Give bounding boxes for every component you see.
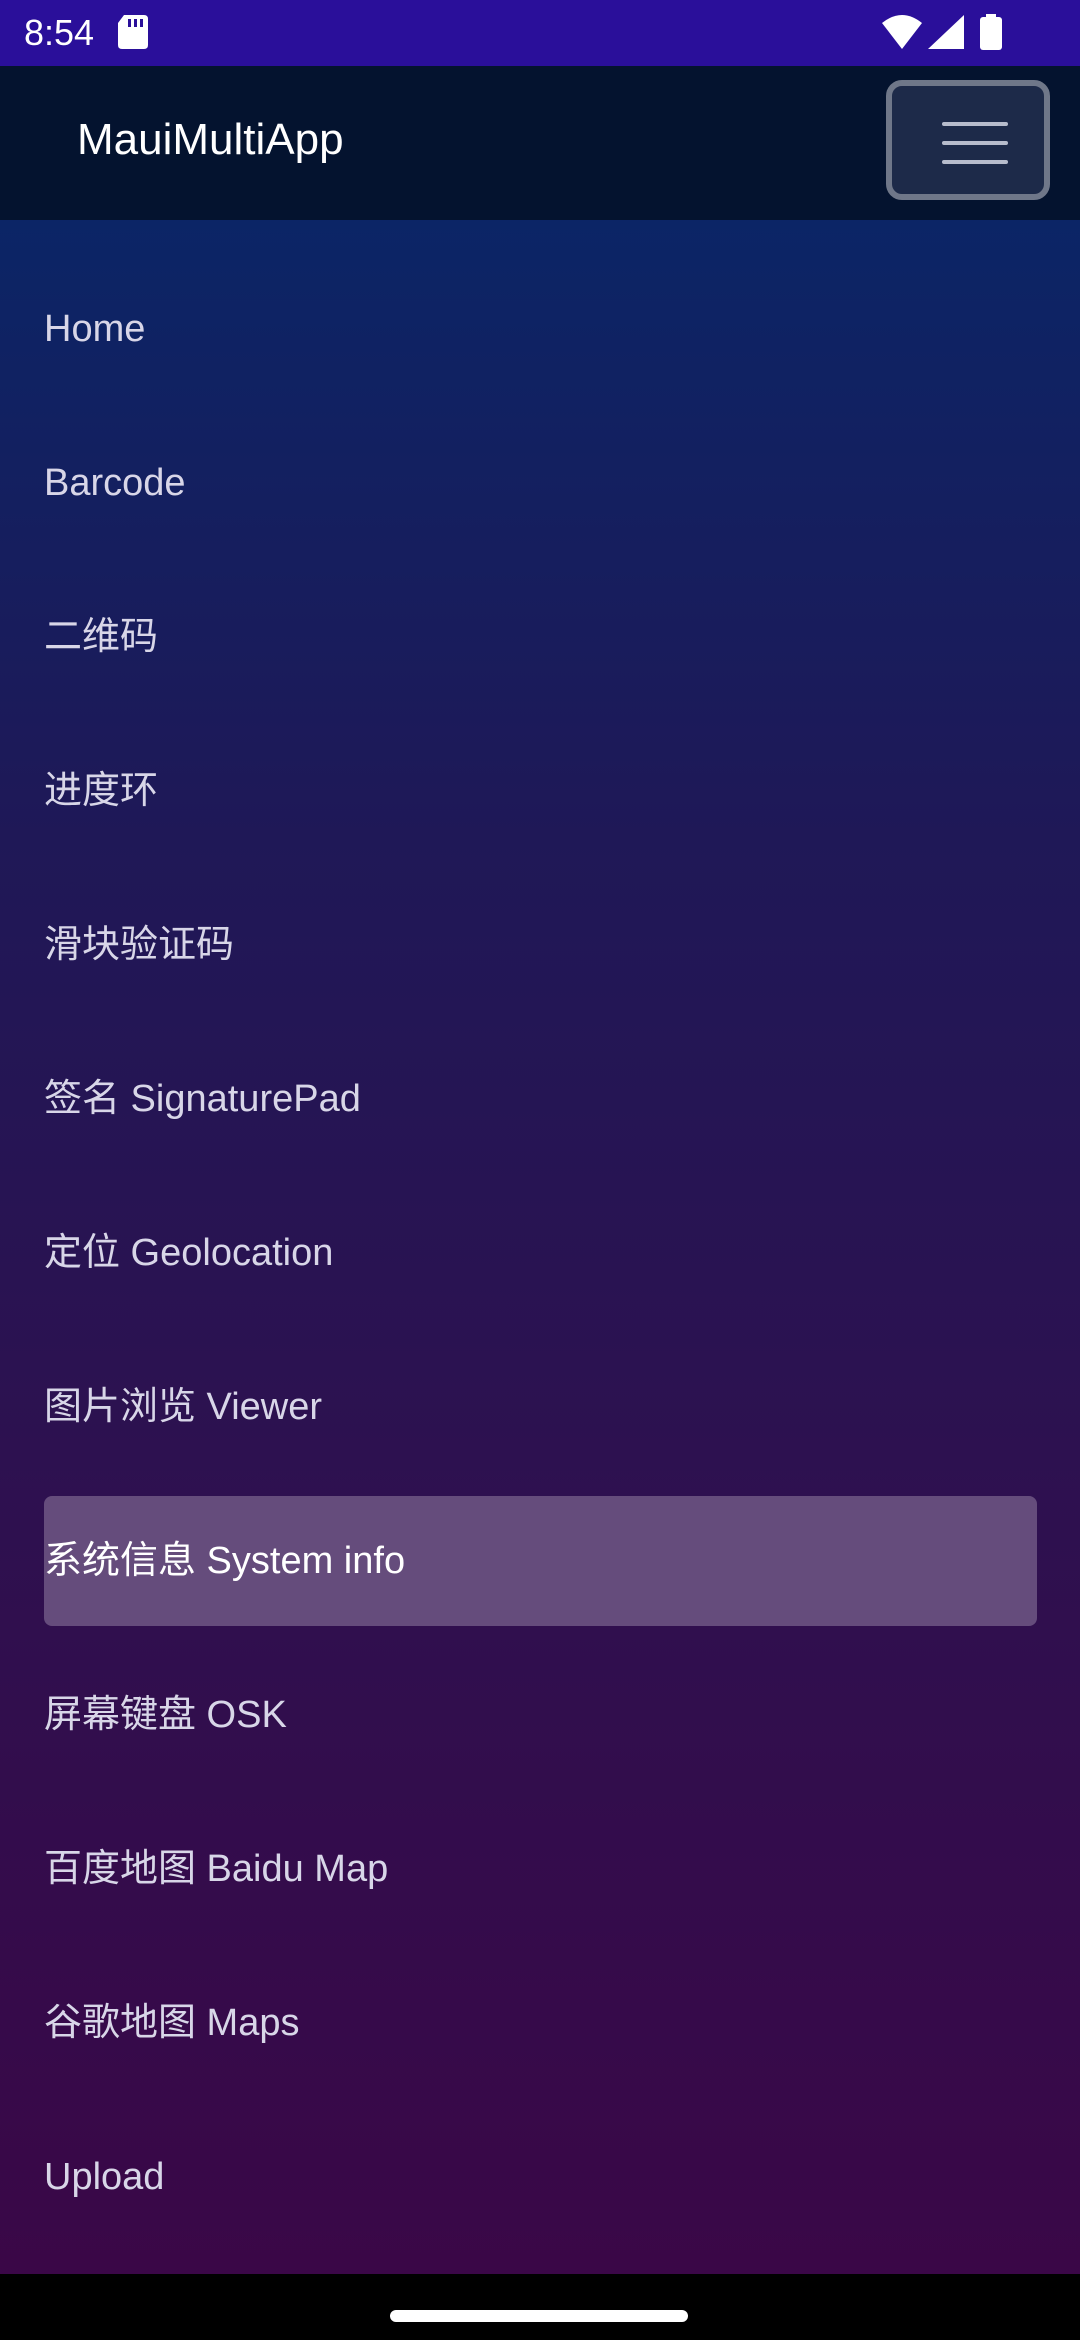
nav-item-progress-ring[interactable]: 进度环 — [44, 726, 1037, 856]
status-time: 8:54 — [24, 12, 95, 53]
battery-icon — [980, 14, 1002, 50]
nav-item-image-viewer[interactable]: 图片浏览 Viewer — [44, 1342, 1037, 1472]
wifi-icon — [882, 15, 922, 49]
app-title: MauiMultiApp — [77, 115, 344, 164]
hamburger-menu-icon-line — [942, 141, 1008, 145]
sd-card-icon — [118, 15, 148, 49]
menu-toggle-button[interactable] — [886, 80, 1050, 200]
nav-item-signature-pad[interactable]: 签名 SignaturePad — [44, 1034, 1037, 1164]
nav-item-barcode[interactable]: Barcode — [44, 418, 1037, 548]
home-gesture-handle[interactable] — [390, 2310, 688, 2322]
nav-item-osk[interactable]: 屏幕键盘 OSK — [44, 1650, 1037, 1780]
nav-item-qrcode[interactable]: 二维码 — [44, 572, 1037, 702]
nav-item-home[interactable]: Home — [44, 264, 1037, 394]
signal-icon — [928, 15, 964, 49]
nav-item-system-info[interactable]: 系统信息 System info — [44, 1496, 1037, 1626]
nav-menu: Home Barcode 二维码 进度环 滑块验证码 签名 SignatureP… — [0, 220, 1080, 2274]
nav-item-baidu-map[interactable]: 百度地图 Baidu Map — [44, 1804, 1037, 1934]
nav-item-google-maps[interactable]: 谷歌地图 Maps — [44, 1958, 1037, 2088]
hamburger-menu-icon — [942, 122, 1008, 126]
app-bar: MauiMultiApp — [0, 66, 1080, 220]
nav-item-slider-captcha[interactable]: 滑块验证码 — [44, 880, 1037, 1010]
hamburger-menu-icon-line — [942, 160, 1008, 164]
nav-item-geolocation[interactable]: 定位 Geolocation — [44, 1188, 1037, 1318]
nav-item-upload[interactable]: Upload — [44, 2112, 1037, 2242]
status-bar: 8:54 — [0, 0, 1080, 66]
gesture-navigation-bar — [0, 2274, 1080, 2340]
